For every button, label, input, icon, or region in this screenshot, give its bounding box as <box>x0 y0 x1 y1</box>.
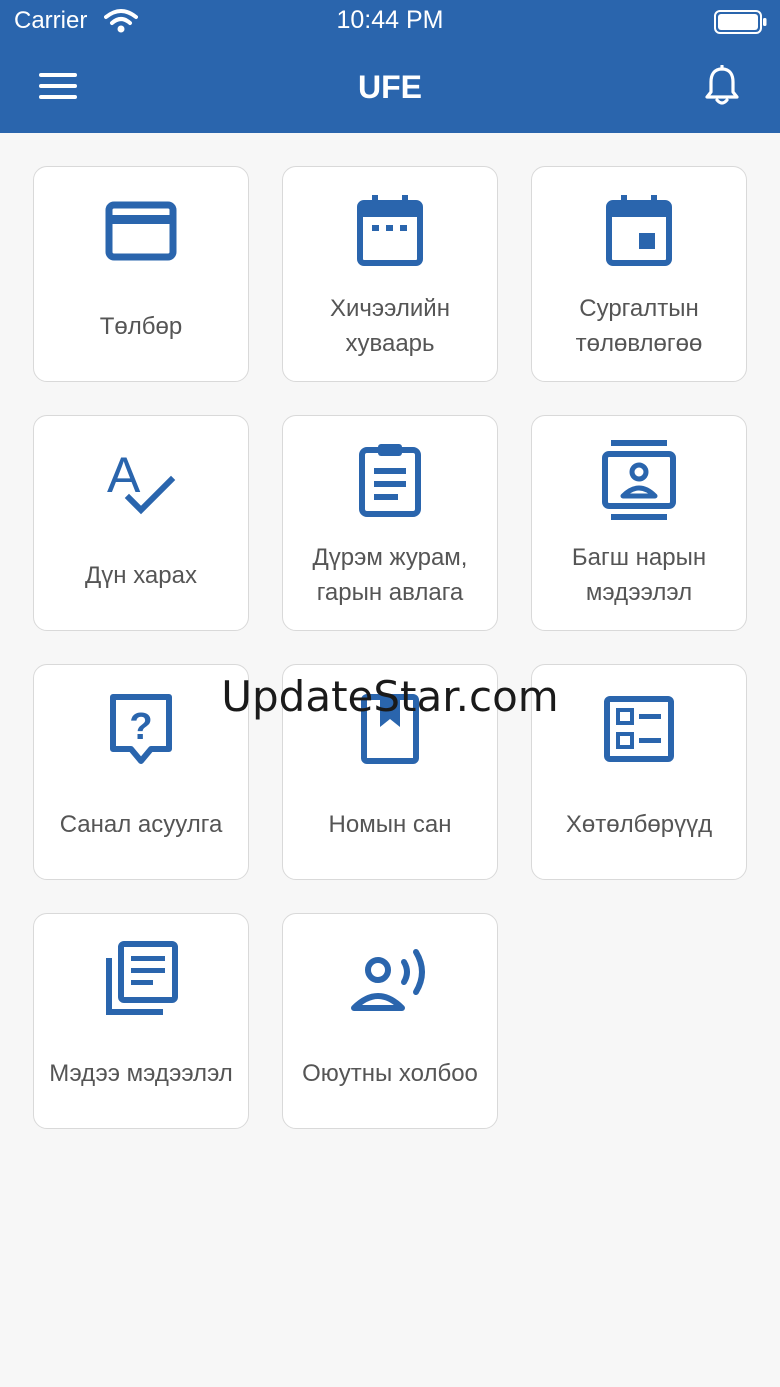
tile-programs[interactable]: Хөтөлбөрүүд <box>531 664 747 880</box>
svg-text:?: ? <box>129 706 152 748</box>
tile-label: Дүн харах <box>85 561 197 589</box>
tile-label: Хөтөлбөрүүд <box>565 810 713 838</box>
user-voice-icon <box>283 938 497 1018</box>
battery-icon <box>714 10 768 34</box>
tile-view-grades[interactable]: A Дүн харах <box>33 415 249 631</box>
nav-bar: UFE <box>0 44 780 133</box>
menu-button[interactable] <box>30 64 86 112</box>
tile-study-plan[interactable]: Сургалтын төлөвлөгөө <box>531 166 747 382</box>
tile-library[interactable]: Номын сан <box>282 664 498 880</box>
tile-label: Хичээлийн хуваарь <box>330 295 450 357</box>
tile-label: Сургалтын төлөвлөгөө <box>575 295 703 357</box>
calendar-day-icon <box>532 191 746 271</box>
news-library-icon <box>34 938 248 1018</box>
tile-label: Оюутны холбоо <box>302 1059 478 1087</box>
tile-label: Дүрэм журам, гарын авлага <box>312 544 468 606</box>
spellcheck-icon: A <box>34 440 248 520</box>
svg-text:A: A <box>107 447 141 503</box>
credit-card-icon <box>34 191 248 271</box>
hamburger-menu-icon <box>38 72 78 105</box>
tile-survey[interactable]: ? Санал асуулга <box>33 664 249 880</box>
tile-label: Номын сан <box>328 810 452 838</box>
calendar-icon <box>283 191 497 271</box>
question-bubble-icon: ? <box>34 689 248 769</box>
status-time: 10:44 PM <box>336 6 444 34</box>
tile-label: Санал асуулга <box>59 810 223 838</box>
bookmark-book-icon <box>283 689 497 769</box>
tile-label: Мэдээ мэдээлэл <box>49 1059 233 1087</box>
tile-news[interactable]: Мэдээ мэдээлэл <box>33 913 249 1129</box>
tile-class-schedule[interactable]: Хичээлийн хуваарь <box>282 166 498 382</box>
list-checkbox-icon <box>532 689 746 769</box>
status-bar: Carrier 10:44 PM <box>0 0 780 44</box>
app-header: Carrier 10:44 PM UFE <box>0 0 780 133</box>
contact-card-icon <box>532 440 746 520</box>
tile-teachers-info[interactable]: Багш нарын мэдээлэл <box>531 415 747 631</box>
page-title: UFE <box>358 69 422 105</box>
tile-label: Төлбөр <box>99 312 183 340</box>
tile-payment[interactable]: Төлбөр <box>33 166 249 382</box>
bell-icon <box>704 63 740 112</box>
notifications-button[interactable] <box>698 62 746 114</box>
clipboard-icon <box>283 440 497 520</box>
tile-label: Багш нарын мэдээлэл <box>571 544 707 606</box>
tile-rules-guides[interactable]: Дүрэм журам, гарын авлага <box>282 415 498 631</box>
tile-student-union[interactable]: Оюутны холбоо <box>282 913 498 1129</box>
